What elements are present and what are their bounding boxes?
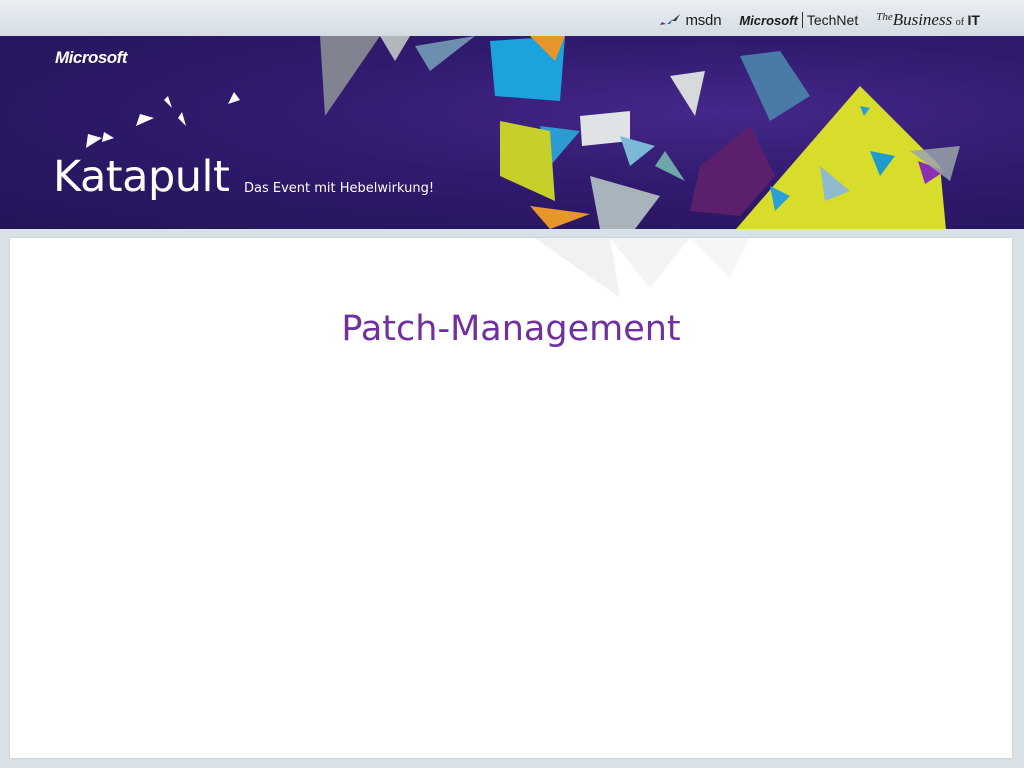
event-title: Katapult xyxy=(53,152,230,202)
slide-content-area: Patch-Management xyxy=(10,238,1012,758)
business-the-text: The xyxy=(876,11,893,23)
business-of-it-logo: TheBusiness of IT xyxy=(876,10,980,30)
technet-logo: Microsoft TechNet xyxy=(739,12,858,28)
geometric-shapes-graphic xyxy=(320,36,960,229)
microsoft-logo: Microsoft xyxy=(55,48,128,67)
business-it-text: IT xyxy=(967,12,980,28)
sponsor-logos: msdn Microsoft TechNet TheBusiness of IT xyxy=(658,10,980,30)
event-banner: Microsoft Katapult Das Event mit Hebelwi… xyxy=(0,36,1024,229)
business-word-text: Business xyxy=(892,10,953,29)
top-sponsor-bar: msdn Microsoft TechNet TheBusiness of IT xyxy=(0,0,1024,36)
msdn-swoosh-icon xyxy=(660,14,681,25)
slide-title: Patch-Management xyxy=(341,309,681,349)
technet-divider xyxy=(801,12,803,28)
technet-text: TechNet xyxy=(806,12,859,28)
business-of-text: of xyxy=(955,17,965,28)
msdn-text: msdn xyxy=(685,11,722,29)
paper-plane-arrows-icon xyxy=(86,92,240,148)
msdn-logo: msdn xyxy=(658,11,722,29)
technet-microsoft-text: Microsoft xyxy=(739,12,798,28)
